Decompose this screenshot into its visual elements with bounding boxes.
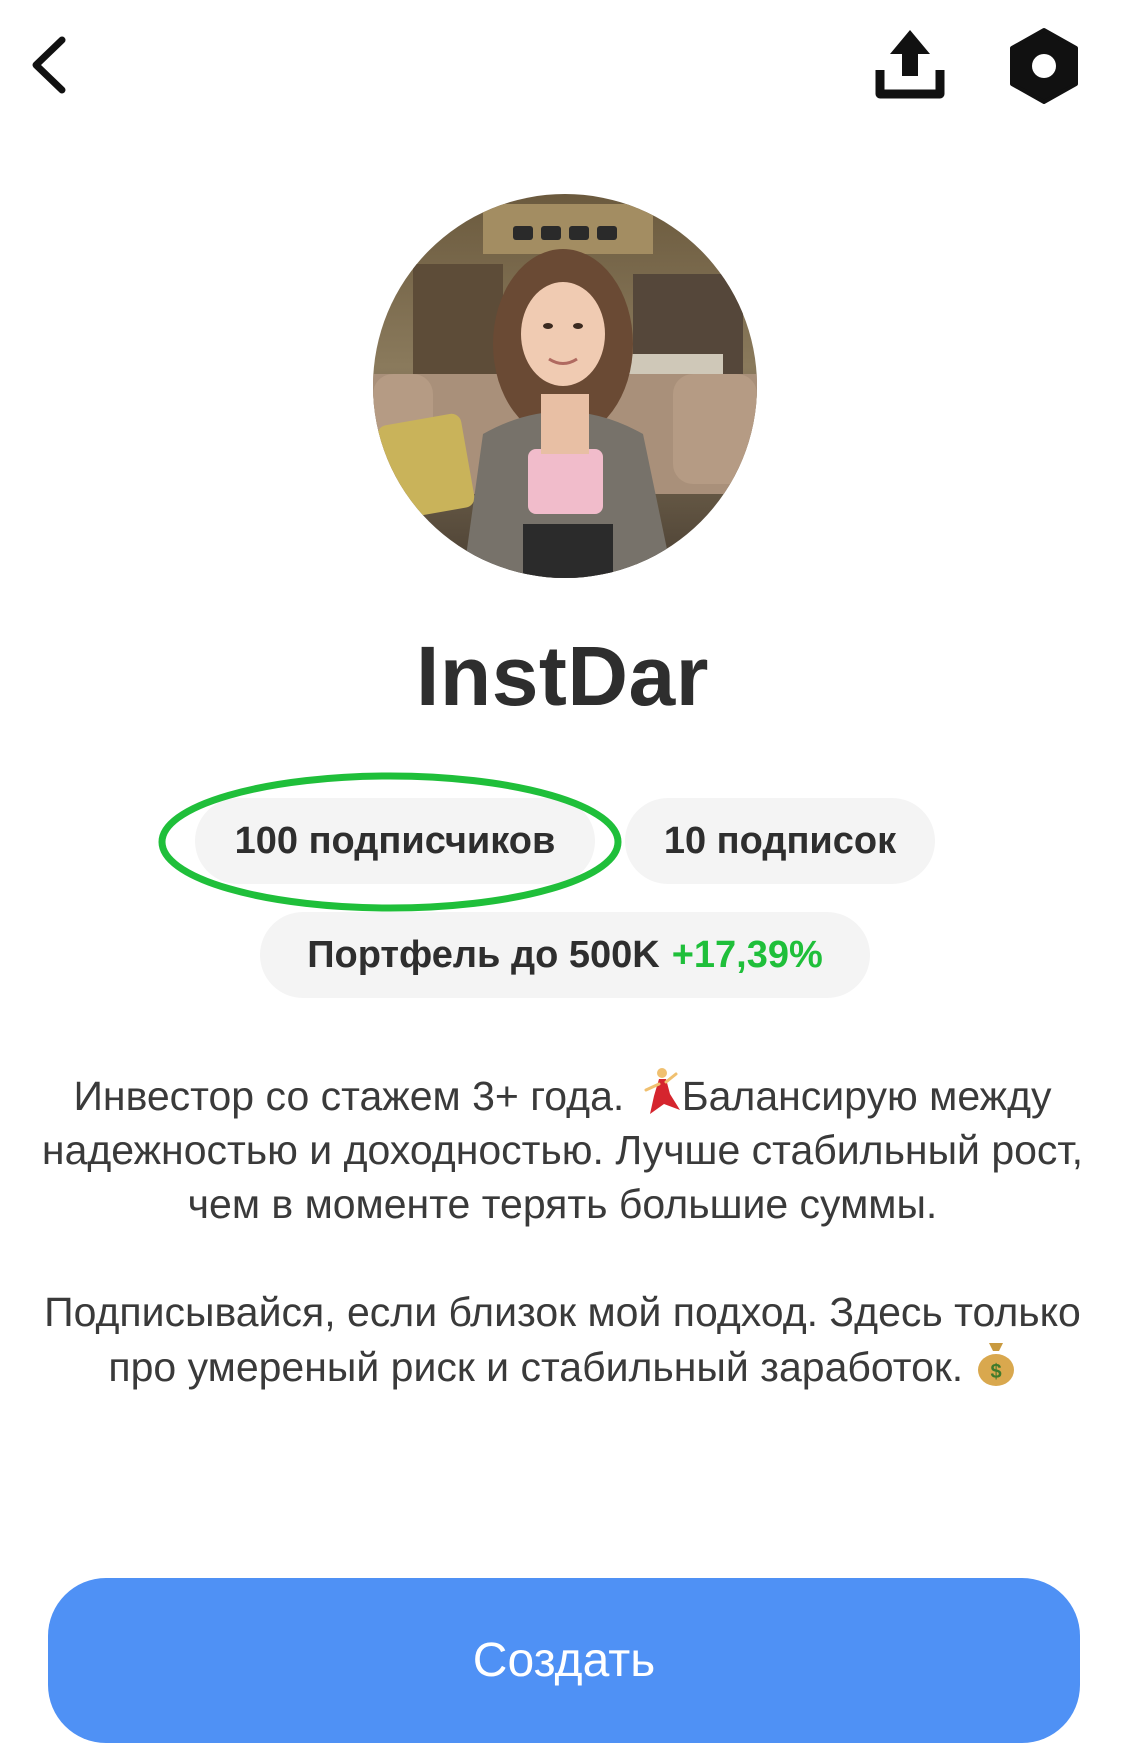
create-button[interactable]: Создать (48, 1578, 1080, 1743)
following-label: 10 подписок (663, 819, 897, 862)
bio-paragraph-1: Инвестор со стажем 3+ года. Балансирую м… (40, 1066, 1085, 1231)
portfolio-change: +17,39% (671, 933, 823, 976)
money-bag-emoji: $ (977, 1343, 1014, 1386)
bio-text-1a: Инвестор со стажем 3+ года. (73, 1073, 636, 1119)
svg-text:$: $ (990, 1361, 1001, 1383)
bio-spacer (40, 1231, 1085, 1285)
portfolio-chip[interactable]: Портфель до 500K +17,39% (260, 912, 870, 998)
chevron-left-icon (32, 36, 66, 94)
bio: Инвестор со стажем 3+ года. Балансирую м… (40, 1066, 1085, 1394)
upload-icon (875, 30, 945, 99)
avatar[interactable] (373, 194, 757, 578)
dancer-emoji (644, 1068, 680, 1114)
back-button[interactable] (18, 30, 88, 100)
following-chip[interactable]: 10 подписок (625, 798, 935, 884)
profile-photo (373, 194, 757, 578)
top-bar (0, 0, 1125, 140)
hexagon-gear-icon (1010, 28, 1078, 104)
username: InstDar (416, 629, 709, 723)
followers-chip[interactable]: 100 подписчиков (195, 798, 595, 884)
bio-paragraph-2: Подписывайся, если близок мой подход. Зд… (40, 1285, 1085, 1394)
portfolio-label: Портфель до 500K (307, 933, 660, 976)
share-button[interactable] (870, 24, 950, 104)
settings-button[interactable] (1004, 26, 1084, 106)
bio-text-2a: Подписывайся, если близок мой подход. Зд… (44, 1289, 1081, 1390)
followers-label: 100 подписчиков (234, 819, 556, 862)
